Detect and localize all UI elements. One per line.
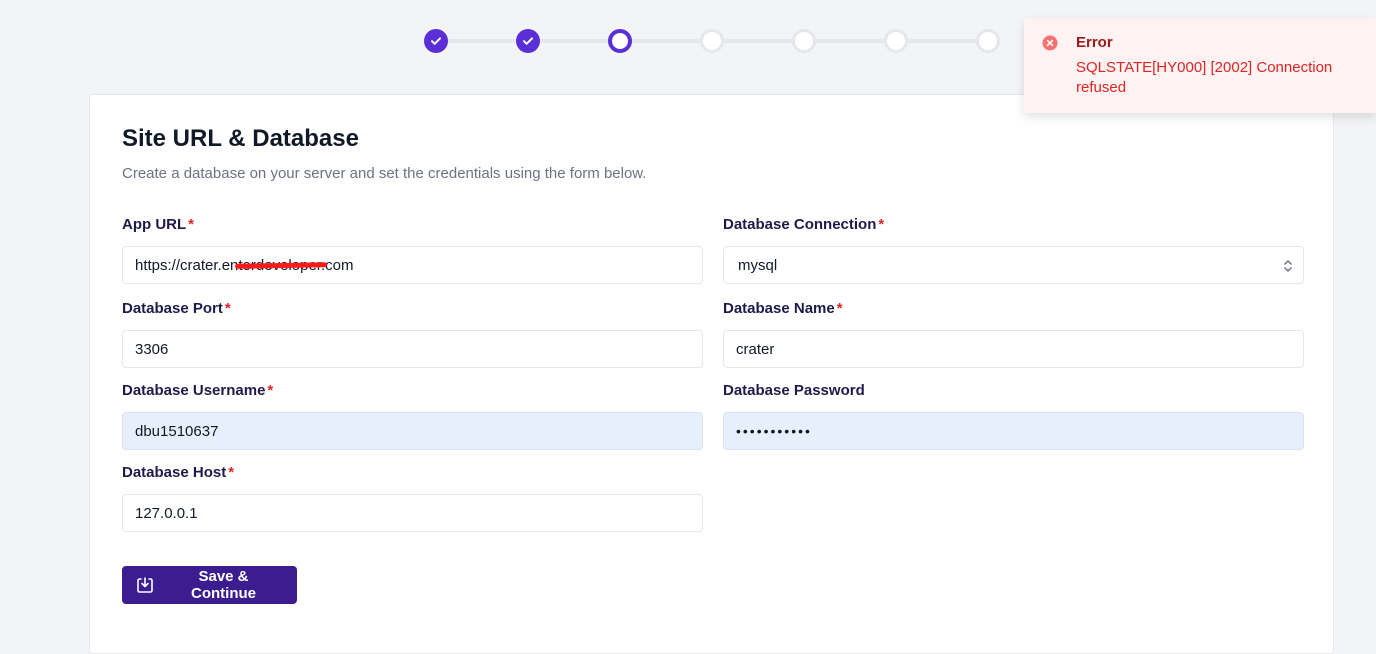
- db-password-label: Database Password: [723, 382, 865, 399]
- select-arrows-icon: [1284, 260, 1292, 272]
- db-port-value: 3306: [135, 340, 169, 358]
- step-6: [884, 29, 908, 53]
- toast-message: SQLSTATE[HY000] [2002] Connection refuse…: [1076, 59, 1333, 96]
- wizard-stepper: [424, 28, 1000, 54]
- step-1-completed: [424, 29, 448, 53]
- db-port-input[interactable]: 3306: [122, 330, 703, 368]
- db-password-input[interactable]: •••••••••••: [723, 412, 1304, 450]
- required-marker: *: [228, 464, 235, 481]
- db-port-label: Database Port *: [122, 300, 231, 317]
- db-password-value: •••••••••••: [736, 423, 812, 439]
- db-connection-select[interactable]: mysql: [723, 246, 1304, 284]
- step-2-completed: [516, 29, 540, 53]
- db-host-value: 127.0.0.1: [135, 504, 198, 522]
- step-5: [792, 29, 816, 53]
- db-username-value: dbu1510637: [135, 422, 219, 440]
- check-icon: [523, 37, 533, 45]
- db-connection-field: Database Connection * mysql: [723, 216, 1304, 284]
- db-name-field: Database Name * crater: [723, 300, 1304, 368]
- page-subtitle: Create a database on your server and set…: [122, 165, 647, 182]
- db-host-label: Database Host *: [122, 464, 235, 481]
- db-username-label: Database Username *: [122, 382, 274, 399]
- db-username-input[interactable]: dbu1510637: [122, 412, 703, 450]
- page-title: Site URL & Database: [122, 125, 359, 152]
- save-continue-label: Save & Continue: [191, 568, 256, 602]
- db-username-field: Database Username * dbu1510637: [122, 382, 703, 450]
- step-7: [976, 29, 1000, 53]
- db-name-value: crater: [736, 340, 775, 358]
- step-4: [700, 29, 724, 53]
- app-url-field: App URL* https://crater.enterdeveloper.c…: [122, 216, 703, 284]
- app-url-input[interactable]: https://crater.enterdeveloper.com: [122, 246, 703, 284]
- required-marker: *: [878, 216, 885, 233]
- required-marker: *: [188, 216, 194, 233]
- db-connection-value: mysql: [738, 256, 778, 274]
- required-marker: *: [224, 300, 231, 317]
- x-circle-icon: [1042, 35, 1058, 51]
- check-icon: [431, 37, 441, 45]
- required-marker: *: [267, 382, 274, 399]
- required-marker: *: [836, 300, 843, 317]
- app-url-label: App URL *: [122, 216, 194, 233]
- db-name-input[interactable]: crater: [723, 330, 1304, 368]
- db-host-input[interactable]: 127.0.0.1: [122, 494, 703, 532]
- error-toast[interactable]: Error SQLSTATE[HY000] [2002] Connection …: [1024, 18, 1376, 113]
- database-setup-card: Site URL & Database Create a database on…: [89, 94, 1334, 654]
- db-connection-label: Database Connection *: [723, 216, 885, 233]
- step-3-current: [608, 29, 632, 53]
- db-name-label: Database Name *: [723, 300, 843, 317]
- db-password-field: Database Password •••••••••••: [723, 382, 1304, 450]
- save-download-icon: [136, 576, 154, 594]
- db-port-field: Database Port * 3306: [122, 300, 703, 368]
- save-continue-button[interactable]: Save & Continue: [122, 566, 297, 604]
- db-host-field: Database Host * 127.0.0.1: [122, 464, 703, 532]
- toast-title: Error: [1076, 34, 1113, 51]
